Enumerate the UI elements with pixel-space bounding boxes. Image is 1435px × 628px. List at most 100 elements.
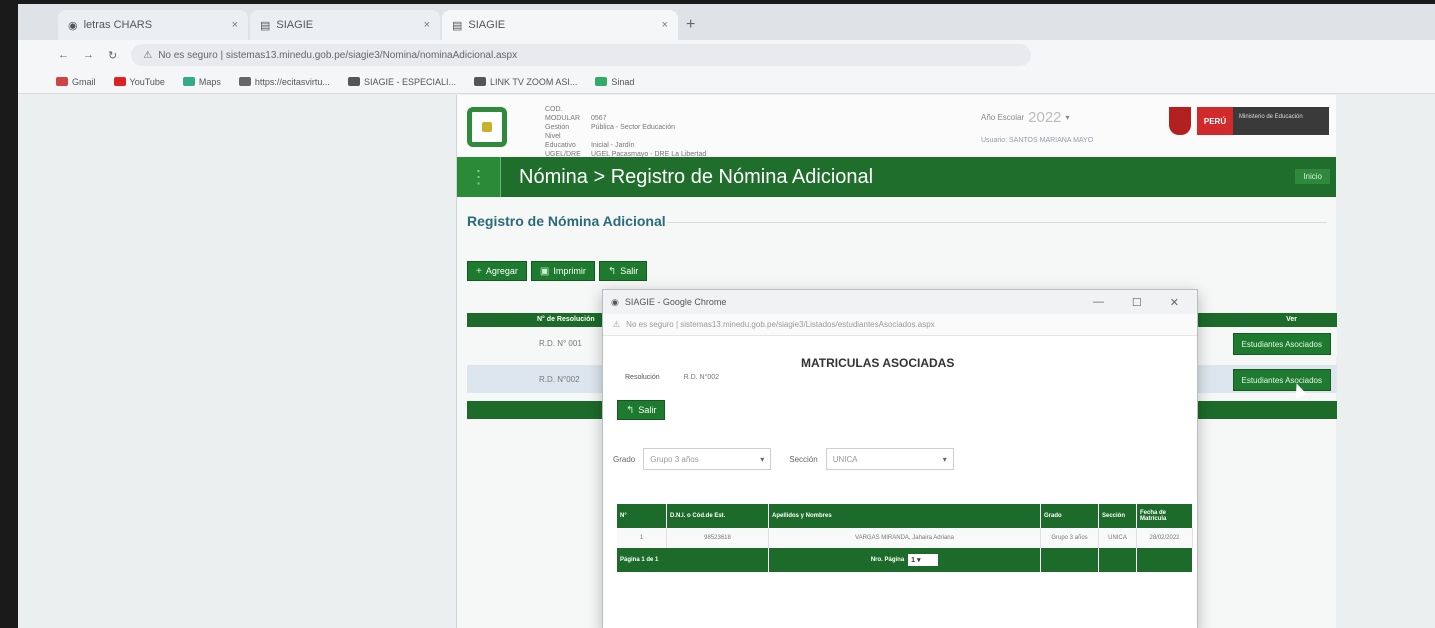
chevron-down-icon: ▾ [942, 454, 947, 464]
bookmark-item[interactable]: https://ecitasvirtu... [238, 77, 330, 87]
chrome-icon: ◉ [68, 19, 78, 32]
tab-title: letras CHARS [83, 19, 153, 31]
close-tab-icon[interactable]: × [662, 19, 668, 31]
back-arrow-icon: ↰ [626, 404, 635, 416]
school-info: COD. MODULAR 0567 Gestión Pública - Sect… [545, 105, 706, 159]
tab-title: SIAGIE [468, 19, 506, 31]
forward-icon[interactable]: → [83, 49, 94, 61]
home-button[interactable]: Inicio [1295, 169, 1330, 184]
cell-grade: Grupo 3 años [1041, 528, 1099, 548]
back-icon[interactable]: ← [58, 49, 69, 61]
browser-tab-1[interactable]: ◉ letras CHARS × [58, 10, 248, 40]
students-associated-button[interactable]: Estudiantes Asociados [1232, 369, 1331, 391]
print-button[interactable]: ▣ Imprimir [530, 261, 595, 281]
menu-icon[interactable]: ⋮ [457, 157, 501, 197]
popup-titlebar: ◉ SIAGIE - Google Chrome — ☐ ✕ [603, 290, 1197, 314]
new-tab-button[interactable]: + [686, 16, 695, 34]
nav-bar: ⋮ Nómina > Registro de Nómina Adicional … [457, 157, 1336, 197]
exit-button[interactable]: ↰ Salir [598, 261, 648, 281]
info-value: Pública - Sector Educación [590, 124, 675, 131]
resolution-info: Resolución R.D. N°002 [625, 374, 719, 381]
bookmark-item[interactable]: SIAGIE - ESPECIALI... [347, 77, 456, 87]
bookmark-item[interactable]: Gmail [56, 77, 96, 87]
cell-name: VARGAS MIRANDA, Jahaira Adriana [769, 528, 1041, 548]
close-icon[interactable]: ✕ [1170, 296, 1179, 309]
table-row: 1 98523618 VARGAS MIRANDA, Jahaira Adria… [617, 528, 1193, 548]
cell-number: 1 [617, 528, 667, 548]
page-number-label: Nro. Página [870, 557, 905, 563]
page-number-select[interactable]: 1 ▾ [908, 554, 939, 566]
bookmark-item[interactable]: Sinad [595, 77, 634, 87]
header-cell: Sección [1099, 504, 1137, 528]
footer-cell [1137, 548, 1193, 572]
enrollments-header: N° D.N.I. o Cód.de Est. Apellidos y Nomb… [617, 504, 1193, 528]
back-arrow-icon: ↰ [607, 265, 617, 277]
header-cell: Apellidos y Nombres [769, 504, 1041, 528]
section-label: Sección [789, 454, 818, 464]
ministry-label: Ministerio de Educación [1233, 107, 1329, 135]
header-cell: Fecha de Matrícula [1137, 504, 1193, 528]
school-year-select[interactable]: Año Escolar 2022 ▾ [981, 109, 1070, 126]
page-count: Página 1 de 1 [617, 548, 769, 572]
add-button[interactable]: + Agregar [467, 261, 527, 281]
address-bar-row: ← → ↻ ⚠ No es seguro | sistemas13.minedu… [18, 40, 1435, 70]
year-label: Año Escolar [981, 113, 1025, 122]
bookmark-label: Maps [198, 76, 221, 87]
popup-exit-button[interactable]: ↰ Salir [617, 400, 666, 420]
user-label: Usuario: SANTOS MARIANA MAYO [981, 137, 1094, 144]
address-input[interactable]: ⚠ No es seguro | sistemas13.minedu.gob.p… [131, 44, 1032, 66]
tab-favicon-icon: ▤ [260, 19, 271, 32]
bookmark-icon [56, 77, 68, 86]
grade-select[interactable]: Grupo 3 años ▾ [643, 448, 772, 470]
bookmark-icon [182, 77, 195, 86]
bookmark-item[interactable]: YouTube [113, 76, 165, 87]
add-label: Agregar [485, 266, 518, 276]
cell-section: UNICA [1099, 528, 1137, 548]
section-title: Registro de Nómina Adicional [467, 213, 666, 229]
grade-value: Grupo 3 años [650, 454, 699, 464]
cell-date: 28/02/2022 [1137, 528, 1193, 548]
browser-tab-2[interactable]: ▤ SIAGIE × [250, 10, 440, 40]
popup-url: No es seguro | sistemas13.minedu.gob.pe/… [626, 320, 935, 329]
info-value: 0567 [590, 115, 607, 122]
bookmark-item[interactable]: Maps [182, 76, 221, 87]
reload-icon[interactable]: ↻ [108, 49, 117, 62]
popup-address-bar: ⚠ No es seguro | sistemas13.minedu.gob.p… [603, 314, 1197, 336]
info-label: COD. MODULAR [545, 106, 581, 122]
students-associated-button[interactable]: Estudiantes Asociados [1232, 333, 1331, 355]
address-text: No es seguro | sistemas13.minedu.gob.pe/… [158, 49, 518, 61]
year-value: 2022 [1028, 109, 1062, 126]
info-label: Nivel Educativo [545, 133, 576, 149]
bookmark-item[interactable]: LINK TV ZOOM ASI... [473, 76, 578, 87]
resolution-label: Resolución [625, 374, 660, 381]
header-cell: N° [617, 504, 667, 528]
chevron-down-icon: ▾ [1065, 113, 1070, 122]
col-ver: Ver [1286, 316, 1297, 323]
section-select[interactable]: UNICA ▾ [825, 448, 954, 470]
site-header: COD. MODULAR 0567 Gestión Pública - Sect… [457, 95, 1336, 158]
close-tab-icon[interactable]: × [232, 19, 238, 31]
cell-dni: 98523618 [667, 528, 769, 548]
section-value: UNICA [832, 454, 858, 464]
footer-cell [1041, 548, 1099, 572]
tab-favicon-icon: ▤ [452, 19, 463, 32]
bookmark-label: YouTube [129, 76, 165, 87]
bookmark-icon [595, 77, 608, 86]
close-tab-icon[interactable]: × [424, 19, 430, 31]
header-cell: Grado [1041, 504, 1099, 528]
maximize-icon[interactable]: ☐ [1132, 296, 1142, 309]
bookmark-icon [473, 77, 486, 86]
page-number-value: 1 [911, 556, 916, 564]
warning-icon: ⚠ [143, 49, 153, 61]
browser-tab-3[interactable]: ▤ SIAGIE × [442, 10, 678, 40]
plus-icon: + [476, 265, 482, 277]
bookmarks-bar: Gmail YouTube Maps https://ecitasvirtu... SI… [18, 70, 1435, 94]
minimize-icon[interactable]: — [1093, 296, 1104, 309]
tab-title: SIAGIE [276, 19, 314, 31]
breadcrumb-title: Nómina > Registro de Nómina Adicional [519, 165, 874, 188]
bookmark-label: LINK TV ZOOM ASI... [489, 76, 578, 87]
filters: Grado Grupo 3 años ▾ Sección UNICA ▾ [613, 448, 954, 470]
exit-label: Salir [620, 266, 639, 276]
divider [667, 222, 1327, 223]
enrollments-table: N° D.N.I. o Cód.de Est. Apellidos y Nomb… [617, 504, 1193, 572]
